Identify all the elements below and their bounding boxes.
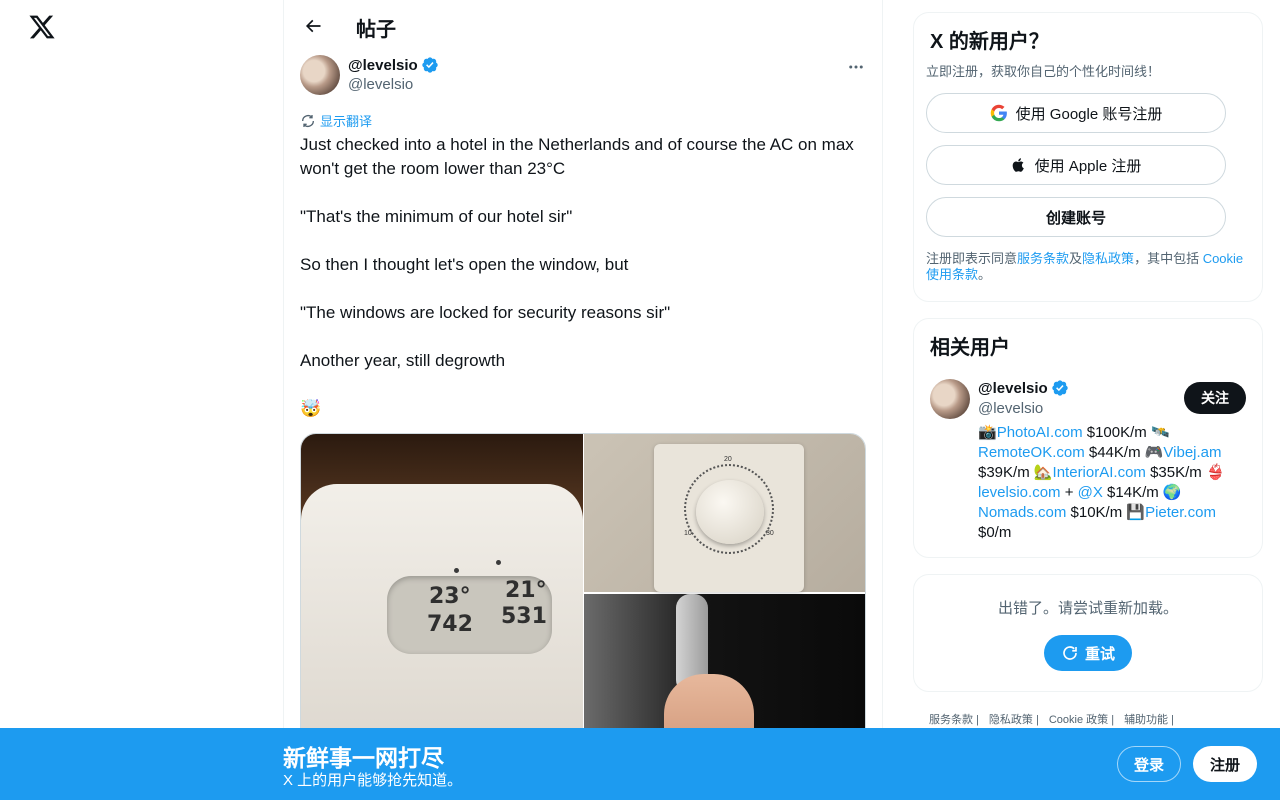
footer-link[interactable]: Cookie 政策 | (1049, 711, 1114, 727)
sensor-temp: 23° (429, 584, 471, 609)
create-account-button[interactable]: 创建账号 (926, 197, 1226, 237)
verified-badge-icon (421, 57, 438, 73)
apple-signup-button[interactable]: 使用 Apple 注册 (926, 145, 1226, 185)
privacy-link[interactable]: 隐私政策 (1082, 251, 1134, 266)
translate-label[interactable]: 显示翻译 (320, 111, 372, 130)
author-handle[interactable]: @levelsio (348, 76, 413, 93)
tweet-text: Just checked into a hotel in the Netherl… (300, 135, 854, 418)
related-avatar[interactable] (930, 379, 970, 419)
refresh-icon (1063, 646, 1077, 660)
banner-subtitle: X 上的用户能够抢先知道。 (283, 772, 463, 789)
bio-text: $39K/m 🏡 (978, 464, 1053, 481)
bio-text: $35K/m 👙 (1145, 464, 1225, 481)
footer-link[interactable]: 辅助功能 | (1124, 711, 1174, 727)
right-sidebar: X 的新用户？ 立即注册，获取你自己的个性化时间线！ 使用 Google 账号注… (913, 12, 1263, 708)
related-users-card: 相关用户 @levelsio @levelsio 关注 📸PhotoAI.com… (913, 318, 1263, 558)
create-account-label: 创建账号 (1045, 209, 1106, 227)
sensor-val2: 531 (501, 604, 547, 629)
terms-link[interactable]: 服务条款 (1017, 251, 1069, 266)
avatar[interactable] (300, 55, 340, 95)
bio-link[interactable]: InteriorAI.com (1053, 464, 1146, 481)
media-photo-thermostat[interactable]: 20 10 30 (584, 434, 865, 592)
google-signup-label: 使用 Google 账号注册 (1015, 105, 1163, 123)
arrow-left-icon (305, 19, 321, 33)
sensor-dot (454, 568, 459, 573)
signup-banner: 新鲜事一网打尽 X 上的用户能够抢先知道。 登录 注册 (0, 728, 1280, 800)
author-name-row[interactable]: @levelsio (348, 56, 439, 74)
tweet-media-grid: 23° 21° 742 531 20 10 30 (300, 433, 866, 763)
google-icon (990, 104, 1007, 122)
related-name-row[interactable]: @levelsio (978, 379, 1069, 397)
footer-link[interactable]: 隐私政策 | (989, 711, 1039, 727)
bio-text: $10K/m 💾 (1066, 504, 1146, 521)
bio-link[interactable]: levelsio.com (978, 484, 1061, 501)
signup-card: X 的新用户？ 立即注册，获取你自己的个性化时间线！ 使用 Google 账号注… (913, 12, 1263, 302)
page-title: 帖子 (356, 19, 396, 41)
related-title: 相关用户 (930, 337, 1010, 359)
bio-link[interactable]: RemoteOK.com (978, 444, 1085, 461)
bio-text: + (1060, 484, 1078, 501)
apple-signup-label: 使用 Apple 注册 (1034, 157, 1142, 175)
banner-title: 新鲜事一网打尽 (283, 745, 444, 771)
legal-prefix: 注册即表示同意 (926, 251, 1018, 266)
verified-badge-icon (1051, 380, 1068, 396)
related-bio: 📸PhotoAI.com $100K/m 🛰️ RemoteOK.com $44… (978, 423, 1248, 543)
more-options-button[interactable] (844, 55, 868, 79)
signup-subtitle: 立即注册，获取你自己的个性化时间线！ (926, 64, 1161, 79)
bio-link[interactable]: @X (1078, 484, 1103, 501)
signup-legal-text: 注册即表示同意服务条款及隐私政策，其中包括 Cookie 使用条款。 (926, 251, 1252, 283)
bio-link[interactable]: Vibej.am (1163, 444, 1221, 461)
x-logo-icon[interactable] (28, 13, 56, 41)
bio-text: $14K/m 🌍 (1102, 484, 1182, 501)
footer-links: 服务条款 | 隐私政策 | Cookie 政策 | 辅助功能 | (929, 711, 1174, 727)
thermostat-label-left: 10 (684, 530, 692, 537)
post-header: 帖子 (284, 0, 882, 53)
login-button[interactable]: 登录 (1117, 746, 1181, 782)
related-handle[interactable]: @levelsio (978, 400, 1043, 417)
bio-text: 📸 (978, 424, 997, 441)
sensor-screen: 23° 21° 742 531 (387, 576, 552, 654)
bio-link[interactable]: Pieter.com (1145, 504, 1216, 521)
retry-button[interactable]: 重试 (1044, 635, 1132, 671)
legal-including: ，其中包括 (1134, 251, 1203, 266)
sensor-temp-out: 21° (505, 578, 547, 603)
register-button[interactable]: 注册 (1193, 746, 1257, 782)
thermostat-label-top: 20 (724, 456, 732, 463)
more-dots-icon (849, 65, 863, 69)
signup-title: X 的新用户？ (930, 31, 1049, 53)
google-signup-button[interactable]: 使用 Google 账号注册 (926, 93, 1226, 133)
follow-button[interactable]: 关注 (1184, 382, 1246, 414)
error-card: 出错了。请尝试重新加载。 重试 (913, 574, 1263, 692)
sensor-dot (496, 560, 501, 565)
bio-text: $100K/m 🛰️ (1082, 424, 1170, 441)
media-photo-air-sensor[interactable]: 23° 21° 742 531 (301, 434, 583, 762)
main-column: 帖子 @levelsio @levelsio 显示翻译 Just checked… (283, 0, 883, 800)
bio-text: $0/m (978, 524, 1012, 541)
retry-label: 重试 (1084, 645, 1115, 663)
bio-link[interactable]: Nomads.com (978, 504, 1066, 521)
related-display-name[interactable]: @levelsio (978, 380, 1048, 397)
legal-suffix: 。 (978, 267, 992, 282)
tweet-author: @levelsio @levelsio (284, 53, 882, 113)
thermostat-knob (696, 480, 764, 544)
sensor-co2: 742 (427, 612, 473, 637)
bio-link[interactable]: PhotoAI.com (997, 424, 1083, 441)
thermostat-label-right: 30 (766, 530, 774, 537)
translate-icon (302, 114, 314, 127)
bio-text: $44K/m 🎮 (1084, 444, 1164, 461)
left-sidebar (0, 0, 283, 800)
author-display-name[interactable]: @levelsio (348, 57, 418, 74)
error-message: 出错了。请尝试重新加载。 (997, 600, 1178, 617)
translate-link[interactable]: 显示翻译 (300, 111, 372, 130)
back-button[interactable] (296, 9, 330, 43)
legal-and: 及 (1069, 251, 1083, 266)
apple-icon (1012, 158, 1024, 172)
footer-link[interactable]: 服务条款 | (929, 711, 979, 727)
